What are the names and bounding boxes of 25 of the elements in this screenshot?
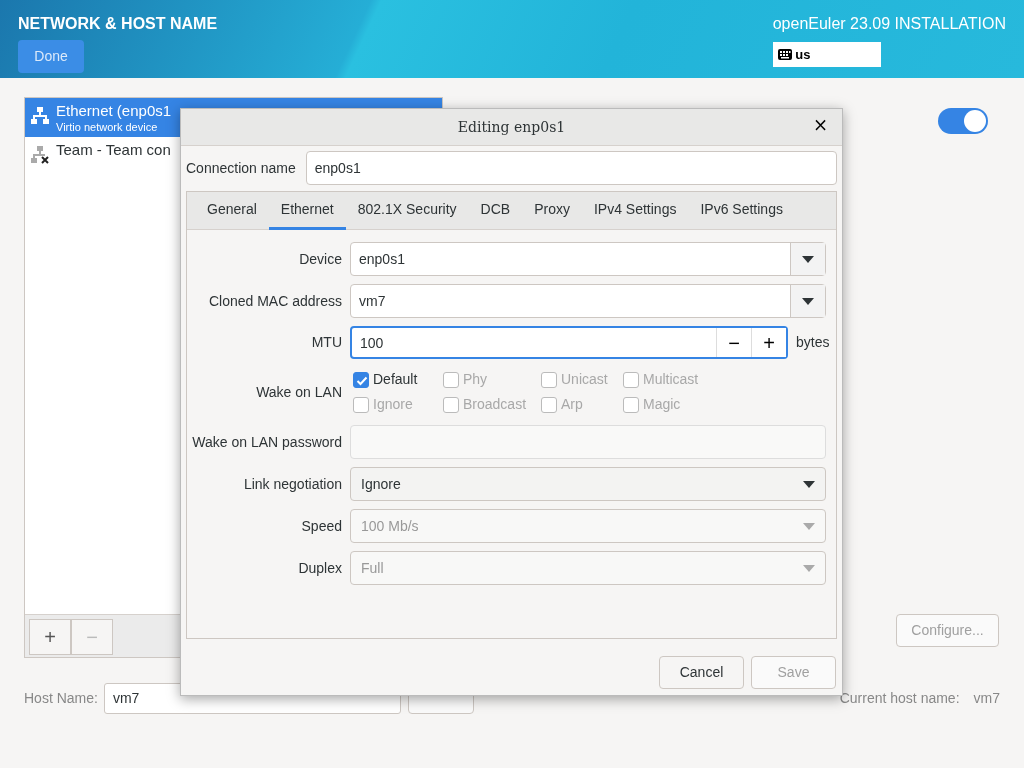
spin-value: 100: [359, 334, 385, 353]
host-name-label: Host Name:: [24, 689, 98, 708]
dialog-title: Editing enp0s1: [457, 117, 566, 137]
dropdown-value: Full: [361, 558, 384, 578]
combo-value: vm7: [358, 292, 387, 311]
field-label: Wake on LAN password: [191, 432, 342, 452]
dropdown-value: Ignore: [361, 474, 401, 494]
combo-value: enp0s1: [358, 250, 406, 269]
product-title: openEuler 23.09 INSTALLATION: [772, 14, 1006, 34]
device-name: Ethernet (enp0s1: [56, 101, 172, 121]
screen-title: NETWORK & HOST NAME: [18, 14, 218, 34]
device-description: Virtio network device: [56, 121, 159, 133]
field-label: Cloned MAC address: [207, 291, 342, 311]
field-label: Link negotiation: [242, 474, 342, 494]
field-label: MTU: [310, 333, 342, 352]
unit-label: bytes: [796, 333, 831, 352]
device-name: Team - Team con: [56, 140, 171, 160]
field-label: Duplex: [297, 558, 342, 578]
field-label: Device: [298, 249, 342, 269]
current-host-name: vm7: [973, 689, 1000, 708]
dropdown-value: 100 Mb/s: [361, 516, 419, 536]
connection-name-label: Connection name: [186, 158, 296, 178]
current-host-name-label: Current host name:: [839, 689, 960, 708]
field-label: Speed: [300, 516, 342, 536]
field-label: Wake on LAN: [255, 382, 342, 402]
